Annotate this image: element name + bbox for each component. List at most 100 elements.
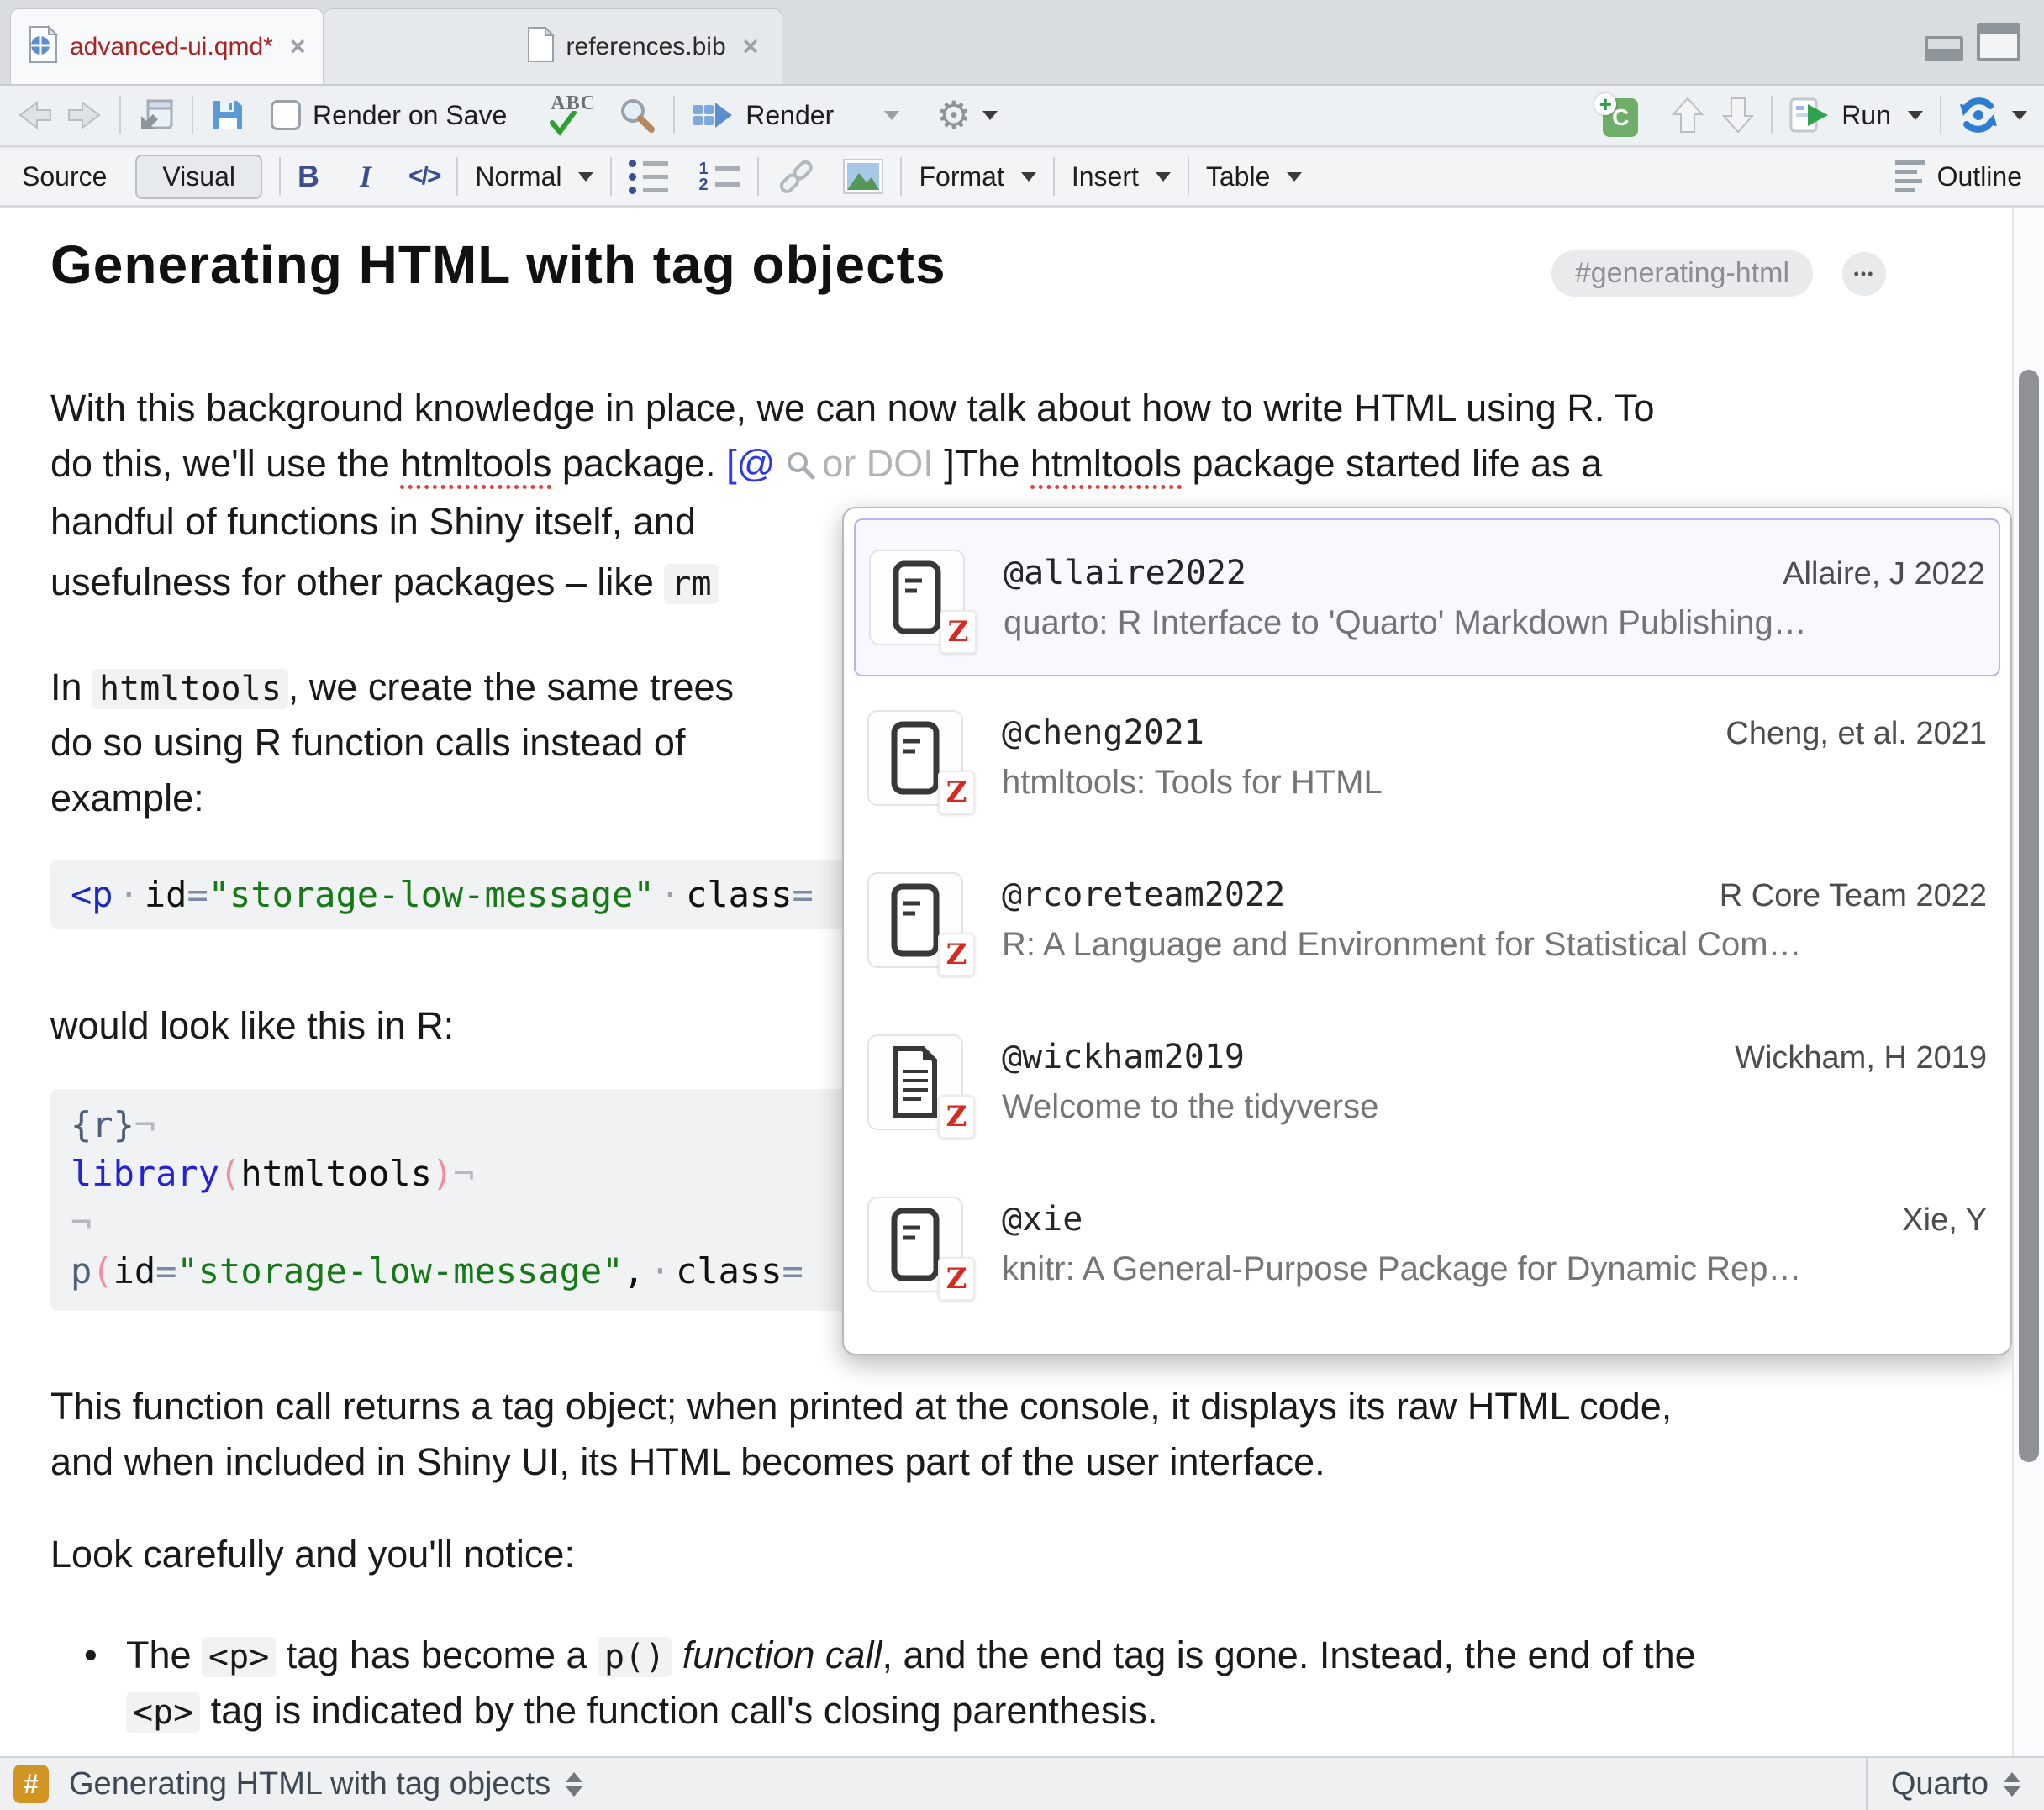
inline-code: p() bbox=[598, 1637, 672, 1677]
section-anchor-badge: #generating-html bbox=[1551, 250, 1813, 297]
spellcheck-icon[interactable]: ABC bbox=[547, 92, 596, 138]
tab-label: references.bib bbox=[566, 33, 726, 61]
close-tab-icon[interactable]: × bbox=[743, 31, 759, 62]
paragraph-line: This function call returns a tag object;… bbox=[50, 1379, 1672, 1434]
code-button[interactable]: </> bbox=[408, 162, 440, 191]
go-to-previous-chunk-button[interactable] bbox=[1672, 96, 1704, 134]
back-button[interactable] bbox=[17, 100, 54, 130]
render-on-save-checkbox[interactable] bbox=[271, 100, 301, 130]
citation-title: R: A Language and Environment for Statis… bbox=[1002, 926, 1987, 964]
insert-menu[interactable]: Insert bbox=[1072, 161, 1139, 192]
tab-references-bib[interactable]: references.bib × bbox=[324, 8, 783, 84]
table-menu[interactable]: Table bbox=[1206, 161, 1271, 192]
paragraph-line: would look like this in R: bbox=[50, 998, 454, 1054]
render-button[interactable]: Render bbox=[692, 97, 834, 133]
citation-item-cheng2021[interactable]: Z @cheng2021 Cheng, et al. 2021 htmltool… bbox=[844, 676, 2010, 839]
insert-chunk-button[interactable]: C + bbox=[1594, 93, 1638, 137]
save-button[interactable] bbox=[210, 97, 245, 133]
current-section-selector[interactable]: Generating HTML with tag objects bbox=[69, 1766, 551, 1802]
inline-code: rm bbox=[664, 564, 718, 604]
minimize-pane-icon[interactable] bbox=[1925, 36, 1963, 61]
tab-advanced-ui-qmd[interactable]: advanced-ui.qmd* × bbox=[10, 8, 324, 84]
paragraph-line: usefulness for other packages – like rm bbox=[50, 555, 719, 610]
citation-hint: or DOI bbox=[822, 442, 934, 485]
misspelled-word: htmltools bbox=[400, 442, 551, 489]
outline-icon bbox=[1895, 160, 1925, 192]
paragraph-line: do so using R function calls instead of bbox=[50, 715, 685, 771]
citation-author: Wickham, H 2019 bbox=[1735, 1040, 1987, 1076]
misspelled-word: htmltools bbox=[1030, 442, 1182, 489]
format-menu[interactable]: Format bbox=[919, 161, 1004, 192]
divider bbox=[456, 157, 458, 196]
citation-author: Allaire, J 2022 bbox=[1783, 556, 1985, 592]
reference-book-icon: Z bbox=[867, 872, 963, 968]
close-tab-icon[interactable]: × bbox=[290, 31, 306, 62]
go-to-next-chunk-button[interactable] bbox=[1722, 96, 1754, 134]
search-icon[interactable] bbox=[618, 96, 656, 134]
citation-title: quarto: R Interface to 'Quarto' Markdown… bbox=[1004, 604, 1985, 642]
rerun-source-icon[interactable] bbox=[1958, 96, 1999, 134]
vertical-scrollbar[interactable] bbox=[2012, 208, 2044, 1756]
paragraph-line: and when included in Shiny UI, its HTML … bbox=[50, 1434, 1325, 1490]
show-in-new-window-button[interactable] bbox=[138, 97, 175, 133]
bold-button[interactable]: B bbox=[298, 159, 319, 194]
divider bbox=[1771, 96, 1773, 134]
document-editor[interactable]: Generating HTML with tag objects #genera… bbox=[0, 208, 2012, 1756]
visual-mode-button[interactable]: Visual bbox=[135, 155, 262, 199]
inline-code: htmltools bbox=[92, 669, 288, 709]
bullet-list-button[interactable] bbox=[629, 160, 668, 194]
table-menu-caret[interactable] bbox=[1287, 172, 1302, 182]
citation-key: @rcoreteam2022 bbox=[1002, 876, 1285, 914]
outline-toggle-button[interactable]: Outline bbox=[1895, 160, 2022, 192]
rerun-dropdown-caret[interactable] bbox=[2012, 111, 2027, 120]
source-mode-button[interactable]: Source bbox=[22, 161, 107, 192]
paragraph-style-dropdown[interactable]: Normal bbox=[475, 161, 561, 192]
format-menu-caret[interactable] bbox=[1021, 172, 1036, 182]
divider bbox=[900, 157, 902, 196]
citation-item-allaire2022[interactable]: Z @allaire2022 Allaire, J 2022 quarto: R… bbox=[854, 518, 2000, 676]
reference-book-icon: Z bbox=[867, 710, 963, 806]
section-options-button[interactable]: ••• bbox=[1842, 252, 1886, 296]
bib-file-icon bbox=[526, 26, 555, 67]
citation-autocomplete-popup: Z @allaire2022 Allaire, J 2022 quarto: R… bbox=[842, 507, 2012, 1355]
render-label: Render bbox=[745, 100, 834, 131]
scrollbar-thumb[interactable] bbox=[2019, 370, 2039, 1462]
zotero-badge: Z bbox=[938, 1095, 975, 1139]
paragraph-style-caret[interactable] bbox=[578, 172, 593, 182]
render-dropdown-caret[interactable] bbox=[884, 111, 899, 120]
italic-button[interactable]: I bbox=[360, 159, 371, 194]
editor-tab-bar: advanced-ui.qmd* × references.bib × bbox=[0, 0, 2044, 86]
citation-author: Cheng, et al. 2021 bbox=[1725, 716, 1987, 752]
settings-dropdown-caret[interactable] bbox=[982, 111, 998, 120]
citation-title: knitr: A General-Purpose Package for Dyn… bbox=[1002, 1250, 1987, 1288]
qmd-file-icon bbox=[28, 25, 58, 68]
document-mode-selector[interactable]: Quarto bbox=[1866, 1758, 2044, 1810]
paragraph-line: With this background knowledge in place,… bbox=[50, 381, 1654, 436]
paragraph-line: do this, we'll use the htmltools package… bbox=[50, 436, 1602, 492]
run-dropdown-caret[interactable] bbox=[1908, 111, 1923, 120]
citation-item-wickham2019[interactable]: Z @wickham2019 Wickham, H 2019 Welcome t… bbox=[844, 1001, 2010, 1163]
image-button[interactable] bbox=[843, 159, 883, 194]
citation-author: Xie, Y bbox=[1902, 1202, 1987, 1239]
divider bbox=[757, 157, 759, 196]
divider bbox=[673, 96, 675, 134]
reference-article-icon: Z bbox=[867, 1034, 963, 1130]
citation-item-xie[interactable]: Z @xie Xie, Y knitr: A General-Purpose P… bbox=[844, 1163, 2010, 1325]
numbered-list-button[interactable]: 1 2 bbox=[698, 164, 740, 190]
zotero-badge: Z bbox=[938, 771, 975, 814]
insert-menu-caret[interactable] bbox=[1156, 172, 1171, 182]
page-title: Generating HTML with tag objects bbox=[50, 234, 946, 296]
render-on-save-label: Render on Save bbox=[313, 100, 507, 131]
section-updown-icon[interactable] bbox=[566, 1772, 582, 1797]
link-button[interactable] bbox=[776, 156, 816, 197]
citation-item-rcoreteam2022[interactable]: Z @rcoreteam2022 R Core Team 2022 R: A L… bbox=[844, 839, 2010, 1001]
bullet-marker: • bbox=[84, 1628, 97, 1683]
pane-window-controls bbox=[1925, 23, 2020, 61]
inline-code: <p> bbox=[202, 1637, 276, 1677]
mode-updown-icon bbox=[2004, 1772, 2020, 1797]
citation-title: Welcome to the tidyverse bbox=[1002, 1088, 1987, 1126]
gear-icon[interactable]: ⚙ bbox=[936, 96, 971, 134]
run-button[interactable]: Run bbox=[1789, 97, 1891, 133]
forward-button[interactable] bbox=[66, 100, 103, 130]
maximize-pane-icon[interactable] bbox=[1977, 23, 2020, 61]
